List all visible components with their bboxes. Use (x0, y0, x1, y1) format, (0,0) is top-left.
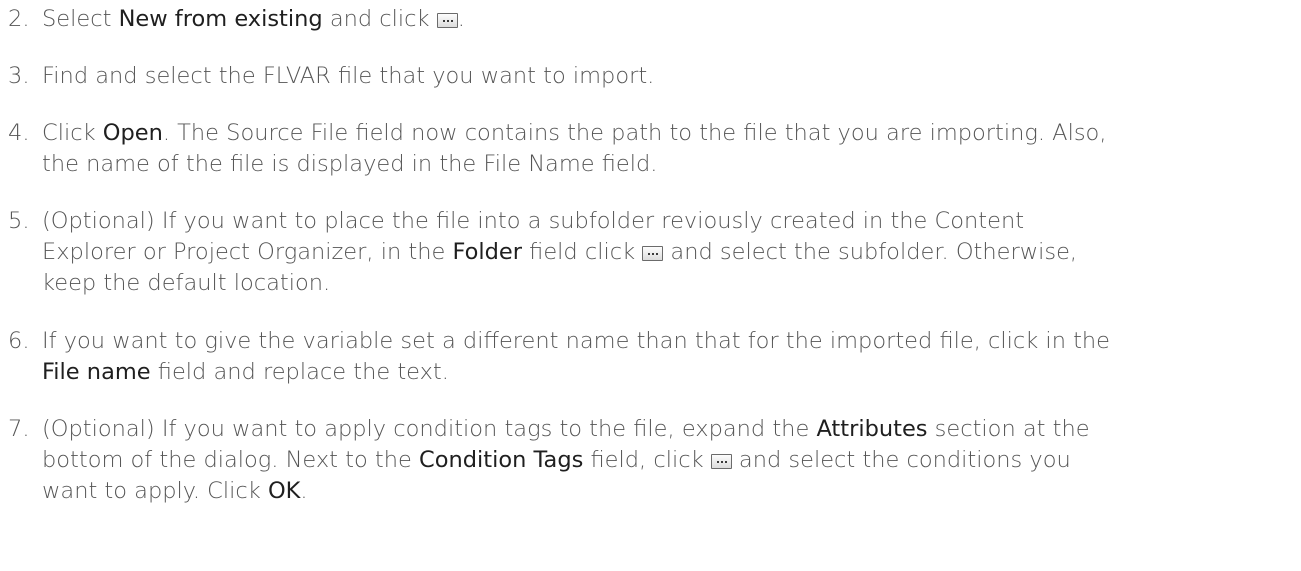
step-text-segment: Find and select the FLVAR file that you … (42, 63, 655, 89)
step-text-segment: field, click (583, 447, 711, 473)
step-text: (Optional) If you want to apply conditio… (42, 414, 1297, 507)
step-text-segment: and select the subfolder. Otherwise, (663, 239, 1078, 265)
step-number: 4. (8, 120, 30, 146)
step-text-line: keep the default location. (42, 268, 1297, 299)
step-text-segment: the name of the file is displayed in the… (42, 151, 658, 177)
step-text-segment: bottom of the dialog. Next to the (42, 447, 419, 473)
step-text-line: Click Open. The Source File field now co… (42, 118, 1297, 149)
step-text-line: the name of the file is displayed in the… (42, 149, 1297, 180)
browse-button-icon (710, 454, 732, 469)
step-number: 7. (8, 416, 30, 442)
step-text: Find and select the FLVAR file that you … (42, 61, 1297, 92)
browse-button-icon (642, 246, 664, 261)
ui-term: Attributes (816, 416, 928, 442)
ui-term: Condition Tags (418, 447, 584, 473)
step-number: 6. (8, 328, 30, 354)
step-text-segment: and select the conditions you (731, 447, 1071, 473)
step-text-segment: If you want to give the variable set a d… (42, 328, 1111, 354)
browse-button-icon (436, 13, 458, 28)
step-text-line: (Optional) If you want to apply conditio… (42, 414, 1297, 445)
step-text: Select New from existing and click . (42, 4, 1297, 35)
ui-term: File name (42, 359, 151, 385)
step-text-line: Select New from existing and click . (42, 4, 1297, 35)
step-text-segment: keep the default location. (42, 270, 331, 296)
step-text: (Optional) If you want to place the file… (42, 206, 1297, 299)
step-number: 2. (8, 6, 30, 32)
step-text-segment: field and replace the text. (150, 359, 449, 385)
ui-term: OK (267, 478, 301, 504)
step-text-line: want to apply. Click OK. (42, 476, 1297, 507)
step-text-segment: and click (322, 6, 437, 32)
step-text-segment: (Optional) If you want to place the file… (42, 208, 1025, 234)
step-text-line: If you want to give the variable set a d… (42, 326, 1297, 357)
step-text-line: File name field and replace the text. (42, 357, 1297, 388)
ui-term: New from existing (118, 6, 323, 32)
step-number: 5. (8, 208, 30, 234)
step-text-segment: section at the (927, 416, 1090, 442)
step-text-segment: field click (522, 239, 643, 265)
step-text-segment: Click (42, 120, 103, 146)
step-text: Click Open. The Source File field now co… (42, 118, 1297, 180)
document-page: 2. Select New from existing and click . … (0, 0, 1301, 571)
step-text-segment: . (300, 478, 308, 504)
step-text-segment: want to apply. Click (42, 478, 268, 504)
step-text-segment: (Optional) If you want to apply conditio… (42, 416, 817, 442)
step-text-line: (Optional) If you want to place the file… (42, 206, 1297, 237)
ui-term: Open (102, 120, 163, 146)
step-text-line: Explorer or Project Organizer, in the Fo… (42, 237, 1297, 268)
step-text-line: Find and select the FLVAR file that you … (42, 61, 1297, 92)
step-text-segment: Select (42, 6, 119, 32)
step-text-segment: Explorer or Project Organizer, in the (42, 239, 453, 265)
step-text: If you want to give the variable set a d… (42, 326, 1297, 388)
step-text-line: bottom of the dialog. Next to the Condit… (42, 445, 1297, 476)
step-text-segment: . The Source File field now contains the… (162, 120, 1107, 146)
ui-term: Folder (452, 239, 522, 265)
step-text-segment: . (457, 6, 465, 32)
step-number: 3. (8, 63, 30, 89)
